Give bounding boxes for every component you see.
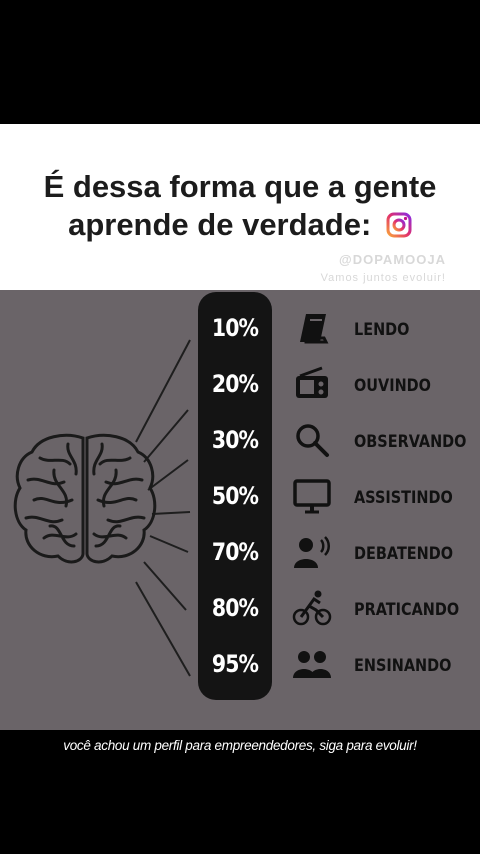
percent-value: 20% [211,370,259,398]
activity-label: LENDO [354,320,410,340]
magnifier-icon [296,424,329,457]
post-title-line-1: É dessa forma que a gente [43,169,437,204]
post-title-line-2-text: aprende de verdade: [68,207,372,242]
percent-value: 70% [211,538,259,566]
percent-value: 80% [211,594,259,622]
post-header-card: É dessa forma que a gente aprende de ver… [0,124,480,290]
cyclist-icon [292,590,332,626]
video-caption: você achou um perfil para empreendedores… [63,738,417,753]
people-icon [293,651,331,678]
activity-label: PRATICANDO [354,600,460,620]
activity-label: ASSISTINDO [354,488,453,508]
percent-value: 30% [211,426,259,454]
activity-label: DEBATENDO [354,544,454,564]
radio-icon [296,366,328,398]
post-title-line-2: aprende de verdade: [0,206,480,244]
instagram-icon [386,212,412,238]
speaking-person-icon [294,536,330,568]
top-black-bar [0,0,480,124]
learning-infographic: 10% LENDO 20% OUVINDO 30% OBSERVANDO 50%… [0,290,480,730]
brain-icon [13,433,157,564]
percent-value: 50% [211,482,259,510]
activity-label: OUVINDO [354,376,431,396]
activity-label: ENSINANDO [354,656,452,676]
percent-value: 10% [211,314,259,342]
activity-label: OBSERVANDO [354,432,467,452]
monitor-icon [293,479,331,514]
watermark-handle: @DOPAMOOJA [339,252,446,267]
percent-value: 95% [211,650,259,678]
post-image: É dessa forma que a gente aprende de ver… [0,124,480,730]
book-icon [300,314,329,344]
watermark-subtitle: Vamos juntos evoluir! [320,272,446,284]
